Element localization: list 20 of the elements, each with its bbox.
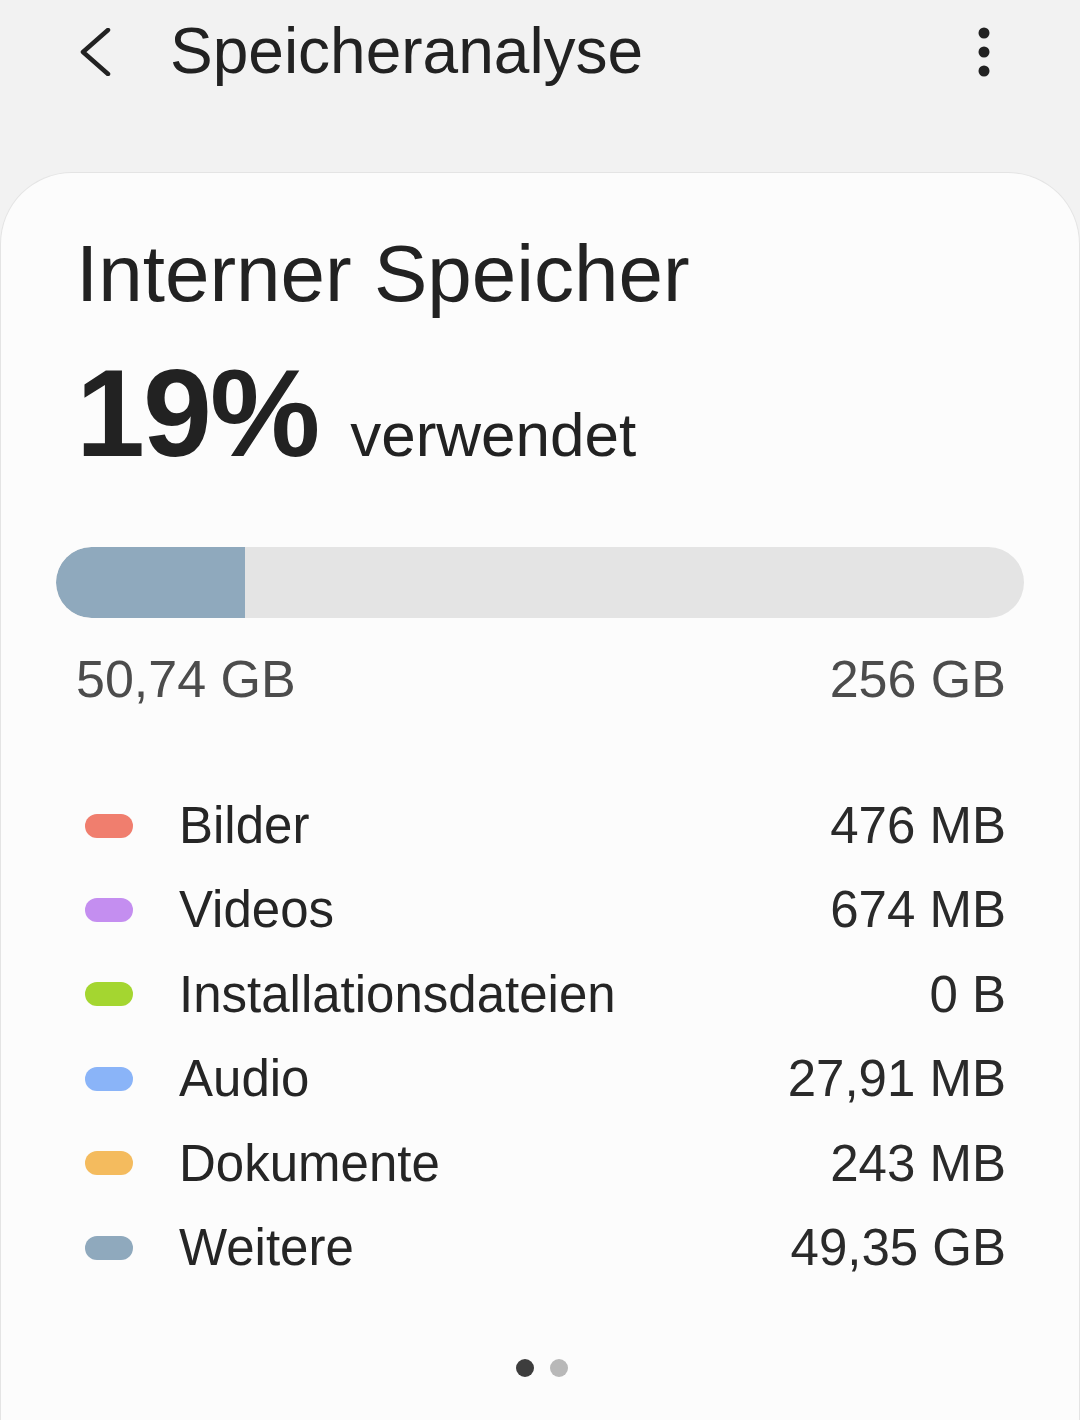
category-name: Weitere <box>179 1217 354 1278</box>
category-name: Audio <box>179 1049 310 1110</box>
used-amount: 50,74 GB <box>76 649 296 710</box>
category-size: 476 MB <box>830 796 1006 856</box>
category-size: 674 MB <box>830 880 1006 941</box>
category-size: 27,91 MB <box>787 1049 1006 1110</box>
more-icon[interactable] <box>978 27 990 77</box>
category-name: Installationsdateien <box>179 964 616 1025</box>
category-size: 49,35 GB <box>790 1217 1006 1278</box>
back-icon[interactable] <box>79 28 112 76</box>
category-name: Videos <box>179 880 335 941</box>
page-title: Speicheranalyse <box>170 15 644 89</box>
total-capacity: 256 GB <box>829 649 1006 710</box>
category-name: Dokumente <box>179 1133 440 1194</box>
storage-title: Interner Speicher <box>76 228 691 320</box>
category-name: Bilder <box>179 796 310 856</box>
usage-percent: 19% <box>76 351 319 475</box>
usage-label: verwendet <box>350 399 637 470</box>
category-size: 243 MB <box>830 1133 1006 1194</box>
category-size: 0 B <box>929 964 1006 1025</box>
